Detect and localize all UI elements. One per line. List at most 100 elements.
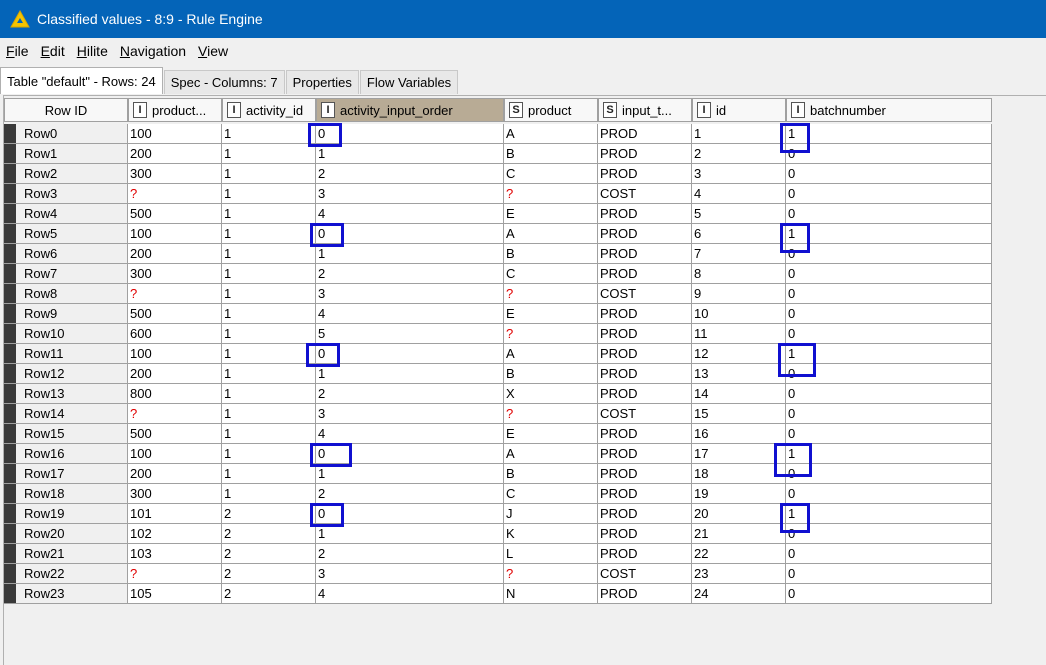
activity-input-order-cell[interactable]: 4 — [316, 424, 504, 444]
id-cell[interactable]: 1 — [692, 124, 786, 144]
activity-input-order-cell[interactable]: 2 — [316, 264, 504, 284]
product-cell[interactable]: A — [504, 124, 598, 144]
input-type-cell[interactable]: PROD — [598, 324, 692, 344]
product-cell[interactable]: C — [504, 484, 598, 504]
product-cell[interactable]: E — [504, 424, 598, 444]
row-id-cell[interactable]: Row19 — [4, 504, 128, 524]
activity-input-order-cell[interactable]: 3 — [316, 404, 504, 424]
row-id-cell[interactable]: Row14 — [4, 404, 128, 424]
tab-properties[interactable]: Properties — [285, 70, 359, 94]
id-cell[interactable]: 18 — [692, 464, 786, 484]
product-id-cell[interactable]: 103 — [128, 544, 222, 564]
input-type-cell[interactable]: PROD — [598, 244, 692, 264]
activity-input-order-cell[interactable]: 1 — [316, 464, 504, 484]
data-table[interactable]: Row ID Iproduct... Iactivity_id Iactivity_i… — [3, 95, 1046, 665]
row-id-cell[interactable]: Row4 — [4, 204, 128, 224]
row-id-cell[interactable]: Row17 — [4, 464, 128, 484]
activity-input-order-cell[interactable]: 3 — [316, 284, 504, 304]
row-id-cell[interactable]: Row21 — [4, 544, 128, 564]
product-cell[interactable]: ? — [504, 324, 598, 344]
activity-id-cell[interactable]: 2 — [222, 524, 316, 544]
product-id-cell[interactable]: 500 — [128, 204, 222, 224]
product-cell[interactable]: ? — [504, 184, 598, 204]
batchnumber-cell[interactable]: 0 — [786, 524, 992, 544]
product-id-cell[interactable]: ? — [128, 184, 222, 204]
activity-id-cell[interactable]: 1 — [222, 284, 316, 304]
header-id[interactable]: Iid — [692, 98, 786, 122]
product-cell[interactable]: ? — [504, 564, 598, 584]
menu-navigation[interactable]: Navigation — [114, 43, 192, 59]
id-cell[interactable]: 3 — [692, 164, 786, 184]
activity-id-cell[interactable]: 2 — [222, 584, 316, 604]
batchnumber-cell[interactable]: 0 — [786, 404, 992, 424]
product-id-cell[interactable]: 100 — [128, 124, 222, 144]
product-cell[interactable]: K — [504, 524, 598, 544]
input-type-cell[interactable]: PROD — [598, 384, 692, 404]
batchnumber-cell[interactable]: 0 — [786, 384, 992, 404]
product-cell[interactable]: E — [504, 304, 598, 324]
product-id-cell[interactable]: 200 — [128, 464, 222, 484]
id-cell[interactable]: 23 — [692, 564, 786, 584]
activity-input-order-cell[interactable]: 4 — [316, 584, 504, 604]
product-cell[interactable]: E — [504, 204, 598, 224]
header-product[interactable]: Sproduct — [504, 98, 598, 122]
row-id-cell[interactable]: Row15 — [4, 424, 128, 444]
activity-id-cell[interactable]: 2 — [222, 544, 316, 564]
row-id-cell[interactable]: Row22 — [4, 564, 128, 584]
product-cell[interactable]: ? — [504, 404, 598, 424]
row-id-cell[interactable]: Row8 — [4, 284, 128, 304]
batchnumber-cell[interactable]: 0 — [786, 424, 992, 444]
product-id-cell[interactable]: 100 — [128, 444, 222, 464]
product-cell[interactable]: L — [504, 544, 598, 564]
row-id-cell[interactable]: Row23 — [4, 584, 128, 604]
input-type-cell[interactable]: PROD — [598, 504, 692, 524]
product-id-cell[interactable]: 102 — [128, 524, 222, 544]
activity-id-cell[interactable]: 1 — [222, 124, 316, 144]
product-id-cell[interactable]: 300 — [128, 484, 222, 504]
id-cell[interactable]: 9 — [692, 284, 786, 304]
product-cell[interactable]: A — [504, 444, 598, 464]
id-cell[interactable]: 8 — [692, 264, 786, 284]
row-id-cell[interactable]: Row18 — [4, 484, 128, 504]
product-id-cell[interactable]: 105 — [128, 584, 222, 604]
activity-id-cell[interactable]: 1 — [222, 364, 316, 384]
row-id-cell[interactable]: Row5 — [4, 224, 128, 244]
row-id-cell[interactable]: Row7 — [4, 264, 128, 284]
batchnumber-cell[interactable]: 0 — [786, 324, 992, 344]
product-id-cell[interactable]: 100 — [128, 344, 222, 364]
product-cell[interactable]: ? — [504, 284, 598, 304]
product-id-cell[interactable]: 300 — [128, 264, 222, 284]
activity-id-cell[interactable]: 1 — [222, 244, 316, 264]
header-row-id[interactable]: Row ID — [4, 98, 128, 122]
product-id-cell[interactable]: ? — [128, 404, 222, 424]
batchnumber-cell[interactable]: 1 — [786, 344, 992, 364]
product-id-cell[interactable]: 200 — [128, 144, 222, 164]
row-id-cell[interactable]: Row2 — [4, 164, 128, 184]
menu-view[interactable]: View — [192, 43, 234, 59]
row-id-cell[interactable]: Row9 — [4, 304, 128, 324]
activity-id-cell[interactable]: 1 — [222, 444, 316, 464]
activity-input-order-cell[interactable]: 2 — [316, 384, 504, 404]
tab-flow-variables[interactable]: Flow Variables — [359, 70, 459, 94]
product-id-cell[interactable]: ? — [128, 284, 222, 304]
id-cell[interactable]: 24 — [692, 584, 786, 604]
product-id-cell[interactable]: 101 — [128, 504, 222, 524]
activity-id-cell[interactable]: 1 — [222, 204, 316, 224]
menu-hilite[interactable]: Hilite — [71, 43, 114, 59]
activity-id-cell[interactable]: 1 — [222, 484, 316, 504]
row-id-cell[interactable]: Row6 — [4, 244, 128, 264]
batchnumber-cell[interactable]: 0 — [786, 564, 992, 584]
id-cell[interactable]: 16 — [692, 424, 786, 444]
input-type-cell[interactable]: COST — [598, 284, 692, 304]
batchnumber-cell[interactable]: 0 — [786, 184, 992, 204]
tab-spec[interactable]: Spec - Columns: 7 — [163, 70, 285, 94]
activity-id-cell[interactable]: 1 — [222, 344, 316, 364]
activity-input-order-cell[interactable]: 0 — [316, 344, 504, 364]
input-type-cell[interactable]: PROD — [598, 444, 692, 464]
product-id-cell[interactable]: 800 — [128, 384, 222, 404]
id-cell[interactable]: 21 — [692, 524, 786, 544]
activity-input-order-cell[interactable]: 2 — [316, 544, 504, 564]
activity-input-order-cell[interactable]: 0 — [316, 504, 504, 524]
id-cell[interactable]: 13 — [692, 364, 786, 384]
id-cell[interactable]: 22 — [692, 544, 786, 564]
